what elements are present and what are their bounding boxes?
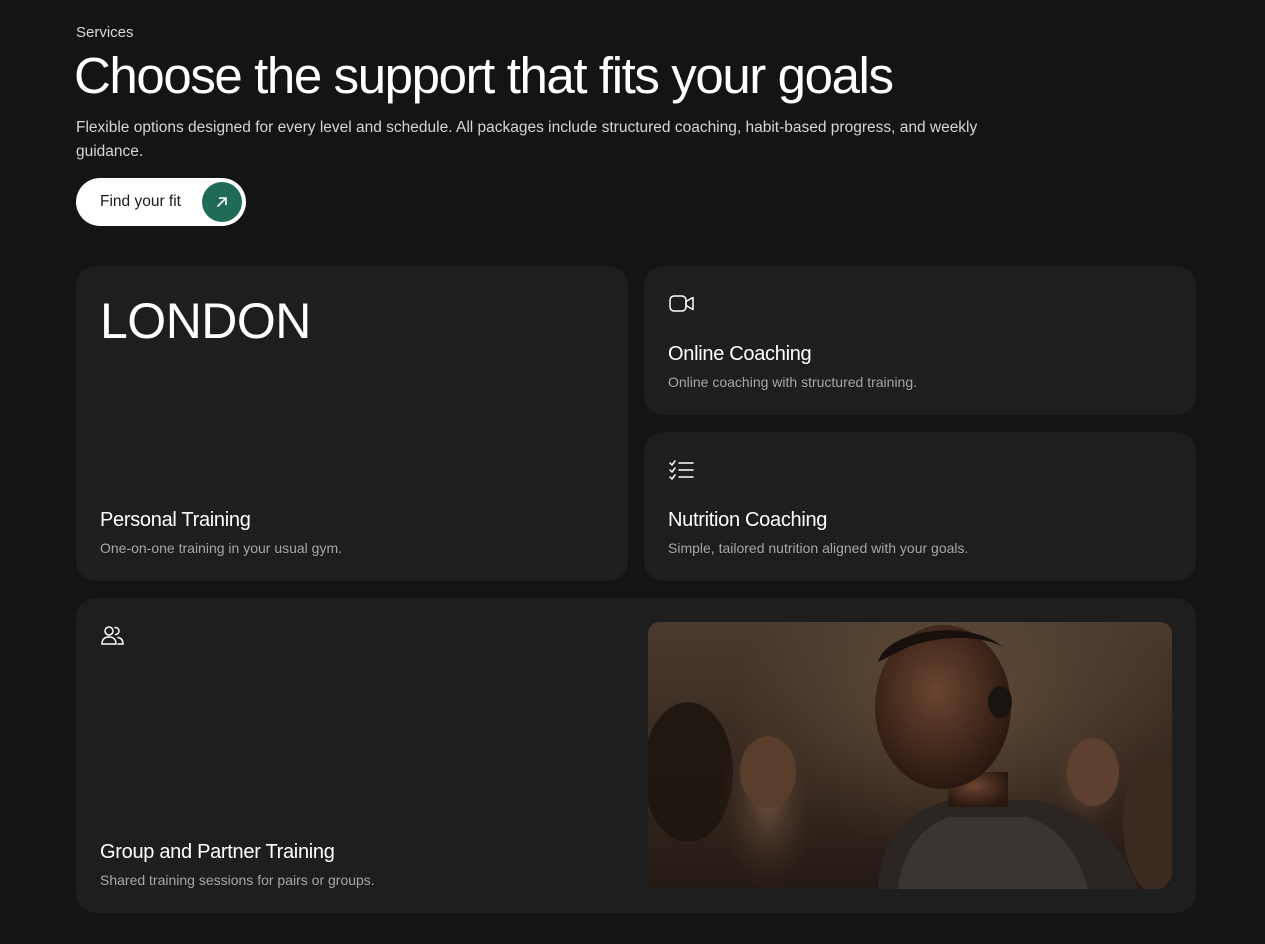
page-title: Choose the support that fits your goals xyxy=(74,47,894,104)
section-eyebrow: Services xyxy=(76,24,134,41)
find-your-fit-label: Find your fit xyxy=(100,193,181,210)
video-camera-icon xyxy=(668,292,696,316)
london-wordmark: LONDON xyxy=(100,293,311,349)
card-title: Online Coaching xyxy=(668,343,812,365)
find-your-fit-button[interactable]: Find your fit xyxy=(76,178,246,226)
arrow-up-right-icon xyxy=(202,182,242,222)
card-description: One-on-one training in your usual gym. xyxy=(100,540,343,556)
card-description: Online coaching with structured training… xyxy=(668,374,918,390)
checklist-icon xyxy=(668,458,696,482)
users-icon xyxy=(100,624,128,648)
online-coaching-card[interactable]: Online Coaching Online coaching with str… xyxy=(644,266,1196,415)
card-title: Personal Training xyxy=(100,509,251,531)
card-title: Group and Partner Training xyxy=(100,841,335,863)
services-section: Services Choose the support that fits yo… xyxy=(0,0,1265,944)
card-title: Nutrition Coaching xyxy=(668,509,828,531)
nutrition-coaching-card[interactable]: Nutrition Coaching Simple, tailored nutr… xyxy=(644,432,1196,581)
card-description: Shared training sessions for pairs or gr… xyxy=(100,872,375,888)
personal-training-card[interactable]: LONDON Personal Training One-on-one trai… xyxy=(76,266,628,581)
group-training-card[interactable]: Group and Partner Training Shared traini… xyxy=(76,598,1196,913)
trainer-photo xyxy=(648,622,1172,889)
section-subtitle: Flexible options designed for every leve… xyxy=(76,119,978,160)
card-description: Simple, tailored nutrition aligned with … xyxy=(668,540,969,556)
